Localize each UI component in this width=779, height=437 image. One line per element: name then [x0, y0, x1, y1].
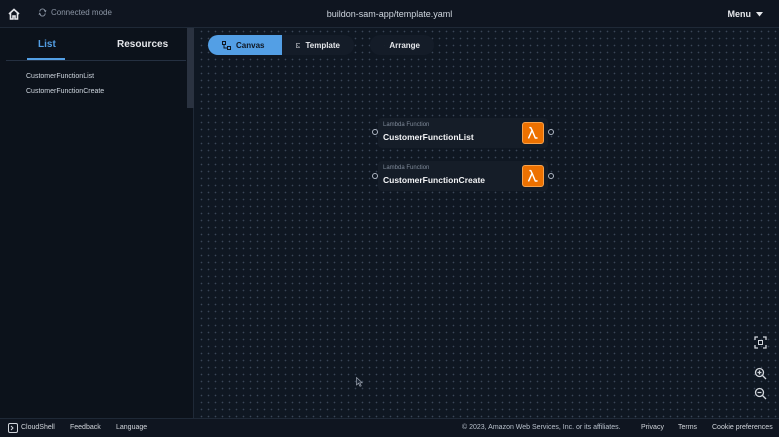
lambda-icon	[522, 122, 544, 144]
menu-button[interactable]: Menu	[727, 9, 763, 19]
cookie-preferences-link[interactable]: Cookie preferences	[712, 424, 773, 431]
tab-list[interactable]: List	[38, 39, 56, 50]
footer: CloudShell Feedback Language © 2023, Ama…	[0, 418, 779, 437]
copyright-text: © 2023, Amazon Web Services, Inc. or its…	[462, 424, 621, 431]
top-bar: Connected mode buildon-sam-app/template.…	[0, 0, 779, 28]
node-type-label: Lambda Function	[383, 122, 430, 128]
feedback-link[interactable]: Feedback	[70, 424, 101, 431]
node-name: CustomerFunctionList	[383, 132, 474, 142]
arrange-button[interactable]: Arrange	[370, 35, 434, 55]
template-button[interactable]: Template	[282, 35, 354, 55]
sidebar-scrollbar[interactable]	[187, 28, 194, 108]
view-toolbar: Canvas Template Arrange	[208, 35, 434, 55]
template-icon	[296, 42, 301, 48]
menu-label: Menu	[727, 9, 752, 19]
tab-divider	[6, 60, 186, 61]
sidebar: List Resources CustomerFunctionList Cust…	[0, 28, 194, 418]
node-output-port[interactable]	[548, 129, 554, 135]
node-input-port[interactable]	[372, 129, 378, 135]
terms-link[interactable]: Terms	[678, 424, 697, 431]
language-link[interactable]: Language	[116, 424, 147, 431]
canvas-button[interactable]: Canvas	[208, 35, 282, 55]
arrange-label: Arrange	[389, 40, 420, 50]
template-label: Template	[305, 40, 340, 50]
mouse-pointer-icon	[356, 377, 363, 387]
cloudshell-icon[interactable]	[8, 423, 18, 433]
canvas-area[interactable]	[198, 28, 779, 418]
file-title: buildon-sam-app/template.yaml	[326, 9, 453, 19]
lambda-icon	[522, 165, 544, 187]
cloudshell-link[interactable]: CloudShell	[21, 424, 55, 431]
fit-view-icon[interactable]	[754, 336, 767, 349]
node-output-port[interactable]	[548, 173, 554, 179]
list-item[interactable]: CustomerFunctionList	[26, 73, 94, 80]
active-tab-indicator	[27, 58, 65, 60]
lambda-node[interactable]: Lambda Function CustomerFunctionCreate	[378, 161, 548, 191]
zoom-in-icon[interactable]	[754, 367, 767, 380]
tab-resources[interactable]: Resources	[117, 39, 168, 50]
privacy-link[interactable]: Privacy	[641, 424, 664, 431]
zoom-out-icon[interactable]	[754, 387, 767, 400]
node-type-label: Lambda Function	[383, 165, 430, 171]
caret-down-icon	[756, 11, 763, 16]
canvas-icon	[222, 40, 231, 50]
lambda-node[interactable]: Lambda Function CustomerFunctionList	[378, 118, 548, 148]
node-name: CustomerFunctionCreate	[383, 175, 486, 185]
list-item[interactable]: CustomerFunctionCreate	[26, 88, 104, 95]
node-input-port[interactable]	[372, 173, 378, 179]
canvas-label: Canvas	[236, 40, 265, 50]
